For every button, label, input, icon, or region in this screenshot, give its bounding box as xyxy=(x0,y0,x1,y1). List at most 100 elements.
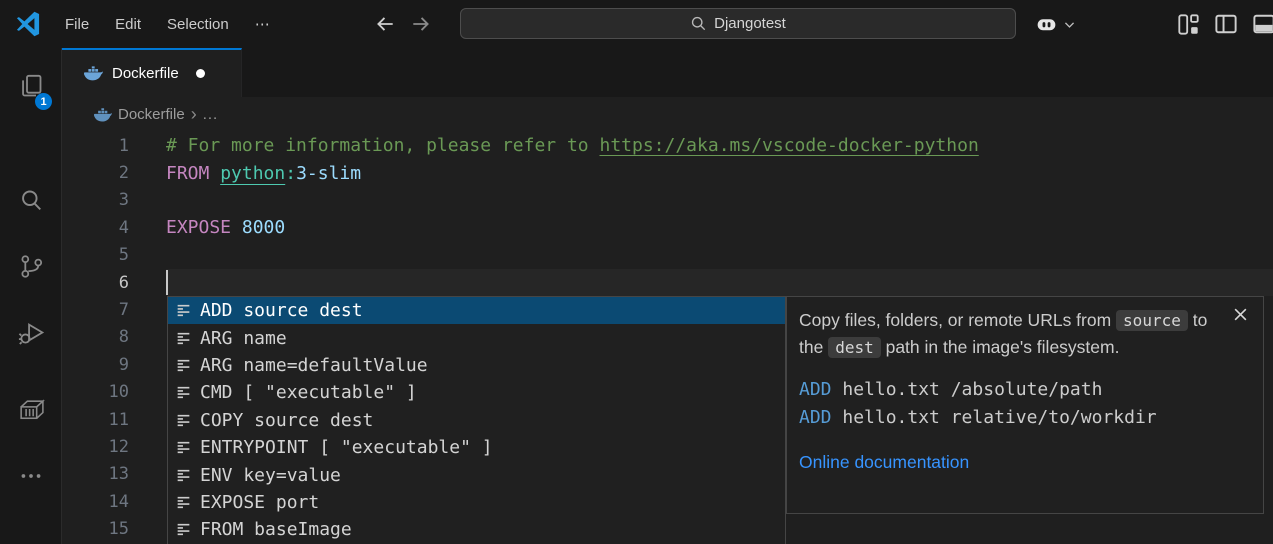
menu-item-selection[interactable]: Selection xyxy=(154,10,242,39)
suggest-item-label: ADD source dest xyxy=(200,300,363,321)
snippet-icon xyxy=(175,412,192,429)
editor-line[interactable]: 2FROM python:3-slim xyxy=(62,159,1273,186)
inline-code: dest xyxy=(828,337,881,358)
docs-code-line: ADD hello.txt relative/to/workdir xyxy=(799,403,1229,430)
title-bar: FileEditSelection⋯ Djangotest xyxy=(0,0,1273,48)
line-number: 12 xyxy=(62,437,166,457)
suggest-item-label: COPY source dest xyxy=(200,410,373,431)
suggest-item[interactable]: COPY source dest xyxy=(168,407,785,434)
docker-whale-icon xyxy=(84,66,103,81)
line-content[interactable] xyxy=(166,187,1273,214)
code-token: EXPOSE xyxy=(166,217,242,238)
tab-dockerfile[interactable]: Dockerfile xyxy=(62,48,242,97)
suggest-item-label: FROM baseImage xyxy=(200,519,352,540)
snippet-icon xyxy=(175,521,192,538)
line-content[interactable]: EXPOSE 8000 xyxy=(166,214,1273,241)
suggest-widget: ADD source dest ARG name ARG name=defaultV… xyxy=(167,296,786,544)
line-number: 14 xyxy=(62,492,166,512)
line-content[interactable]: FROM python:3-slim xyxy=(166,159,1273,186)
explorer-badge: 1 xyxy=(35,93,52,110)
menu-item-[interactable]: ⋯ xyxy=(242,9,283,39)
docs-paragraph: Copy files, folders, or remote URLs from… xyxy=(799,307,1219,361)
inline-code: source xyxy=(1116,310,1188,331)
line-content[interactable] xyxy=(166,269,1273,296)
toggle-panel-icon[interactable] xyxy=(1253,13,1273,35)
code-token: 8000 xyxy=(242,217,285,238)
suggest-item-label: CMD [ "executable" ] xyxy=(200,382,417,403)
suggest-item-label: ARG name=defaultValue xyxy=(200,355,428,376)
arrow-left-icon[interactable] xyxy=(374,13,396,35)
sidebar-item-docker[interactable] xyxy=(0,384,62,436)
arrow-right-icon[interactable] xyxy=(410,13,432,35)
line-number: 4 xyxy=(62,218,166,238)
editor-line[interactable]: 1# For more information, please refer to… xyxy=(62,132,1273,159)
breadcrumb-file[interactable]: Dockerfile xyxy=(118,106,185,123)
line-number: 6 xyxy=(62,273,166,293)
suggest-item[interactable]: ENTRYPOINT [ "executable" ] xyxy=(168,434,785,461)
snippet-icon xyxy=(175,384,192,401)
command-center-search[interactable]: Djangotest xyxy=(460,8,1016,39)
copilot-menu[interactable] xyxy=(1034,0,1076,48)
suggest-item[interactable]: ARG name xyxy=(168,324,785,351)
line-number: 11 xyxy=(62,410,166,430)
menu-item-edit[interactable]: Edit xyxy=(102,10,154,39)
suggest-item[interactable]: CMD [ "executable" ] xyxy=(168,379,785,406)
code-keyword: ADD xyxy=(799,407,832,428)
line-number: 1 xyxy=(62,136,166,156)
tab-label: Dockerfile xyxy=(112,65,179,82)
editor-line[interactable]: 3 xyxy=(62,187,1273,214)
close-icon[interactable] xyxy=(1233,307,1251,325)
breadcrumb-more[interactable]: ... xyxy=(203,106,219,123)
sidebar-item-explorer[interactable]: 1 xyxy=(0,60,62,112)
code-token: 3-slim xyxy=(296,163,361,184)
line-number: 7 xyxy=(62,300,166,320)
line-number: 10 xyxy=(62,382,166,402)
activity-bar: 1 xyxy=(0,48,62,544)
suggest-item-label: EXPOSE port xyxy=(200,492,319,513)
suggest-item[interactable]: EXPOSE port xyxy=(168,489,785,516)
online-documentation-link[interactable]: Online documentation xyxy=(799,452,1229,473)
code-token: FROM xyxy=(166,163,220,184)
sidebar-item-source-control[interactable] xyxy=(0,240,62,292)
suggest-item[interactable]: ADD source dest xyxy=(168,297,785,324)
line-number: 3 xyxy=(62,190,166,210)
chevron-down-icon xyxy=(1063,18,1076,31)
editor-line[interactable]: 4EXPOSE 8000 xyxy=(62,214,1273,241)
tab-bar: Dockerfile xyxy=(62,48,1273,97)
sidebar-item-more-views[interactable] xyxy=(0,450,62,502)
code-keyword: ADD xyxy=(799,379,832,400)
code-token: https://aka.ms/vscode-docker-python xyxy=(599,135,978,156)
snippet-icon xyxy=(175,467,192,484)
line-content[interactable] xyxy=(166,242,1273,269)
menu-bar: FileEditSelection⋯ xyxy=(52,0,283,48)
sidebar-item-account[interactable] xyxy=(0,526,62,544)
suggest-item[interactable]: ARG name=defaultValue xyxy=(168,352,785,379)
suggest-item[interactable]: ENV key=value xyxy=(168,461,785,488)
menu-item-file[interactable]: File xyxy=(52,10,102,39)
chevron-right-icon: › xyxy=(191,104,197,125)
docker-whale-icon xyxy=(94,108,112,122)
docs-code-line: ADD hello.txt /absolute/path xyxy=(799,376,1229,403)
modified-dot-icon[interactable] xyxy=(196,69,205,78)
code-token: : xyxy=(285,163,296,184)
search-icon xyxy=(690,15,707,32)
editor-line[interactable]: 6 xyxy=(62,269,1273,296)
line-number: 9 xyxy=(62,355,166,375)
copilot-icon xyxy=(1034,12,1059,37)
code-token: # For more information, please refer to xyxy=(166,135,599,156)
breadcrumb: Dockerfile › ... xyxy=(62,97,1273,132)
sidebar-item-search[interactable] xyxy=(0,174,62,226)
nav-arrows xyxy=(374,0,432,48)
line-number: 5 xyxy=(62,245,166,265)
line-number: 15 xyxy=(62,519,166,539)
vscode-window: FileEditSelection⋯ Djangotest xyxy=(0,0,1273,544)
editor-line[interactable]: 5 xyxy=(62,242,1273,269)
toggle-sidebar-icon[interactable] xyxy=(1215,13,1237,35)
snippet-icon xyxy=(175,302,192,319)
line-content[interactable]: # For more information, please refer to … xyxy=(166,132,1273,159)
line-number: 2 xyxy=(62,163,166,183)
suggest-item[interactable]: FROM baseImage xyxy=(168,516,785,543)
customize-layout-icon[interactable] xyxy=(1178,14,1199,35)
sidebar-item-run-debug[interactable] xyxy=(0,306,62,358)
search-value: Djangotest xyxy=(714,15,786,32)
